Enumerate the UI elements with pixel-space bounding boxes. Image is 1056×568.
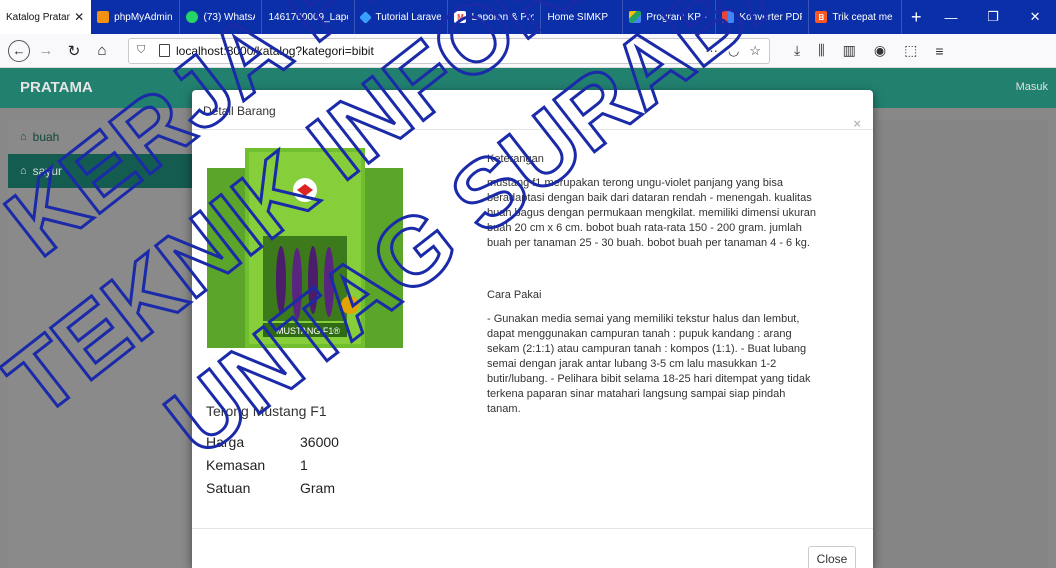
tab-whatsapp[interactable]: (73) WhatsApp — [180, 0, 263, 34]
tab-label: Katalog Pratama — [6, 11, 70, 23]
blogger-icon: B — [815, 11, 828, 23]
usage-text: - Gunakan media semai yang memiliki teks… — [487, 313, 811, 415]
browser-tab-strip: Katalog Pratama ✕ phpMyAdmin (73) WhatsA… — [0, 0, 1056, 34]
new-tab-button[interactable]: + — [902, 0, 930, 34]
url-bar[interactable]: ⛉ localhost:8000/katalog?kategori=bibit … — [128, 37, 770, 64]
tab-gmail[interactable]: M Laporan & Proposal — [448, 0, 542, 34]
sidebar-icon[interactable]: ▥ — [843, 42, 856, 59]
sidebar-item-label: buah — [32, 130, 60, 144]
spec-value: 36000 — [300, 434, 339, 450]
tab-label: phpMyAdmin — [114, 11, 173, 23]
usage-section: Cara Pakai - Gunakan media semai yang me… — [487, 288, 817, 417]
description-section: Keterangan mustang f1 merupakan terong u… — [487, 152, 817, 251]
tab-konverter-pdf[interactable]: Konverter PDF — [716, 0, 810, 34]
login-link[interactable]: Masuk — [1016, 81, 1048, 93]
tab-tutorial-laravel[interactable]: Tutorial Laravel — [355, 0, 449, 34]
home-icon: ⌂ — [20, 165, 27, 177]
laravel-icon — [359, 10, 373, 24]
detail-modal: Detail Barang × MUSTANG F1® Terong Musta… — [192, 90, 873, 568]
account-icon[interactable]: ◉ — [874, 42, 886, 59]
product-name: Terong Mustang F1 — [206, 403, 327, 419]
bookmark-star-icon[interactable]: ☆ — [749, 43, 761, 59]
tab-label: Konverter PDF — [739, 11, 803, 23]
phpmyadmin-icon — [97, 11, 110, 23]
spec-key: Satuan — [206, 480, 251, 496]
tab-phpmyadmin[interactable]: phpMyAdmin — [91, 0, 181, 34]
tab-katalog[interactable]: Katalog Pratama ✕ — [0, 0, 92, 34]
page-actions-icon[interactable]: ··· — [705, 43, 718, 59]
whatsapp-icon — [186, 11, 199, 23]
pocket-icon[interactable]: ◡ — [728, 43, 739, 59]
page-info-icon[interactable] — [159, 44, 170, 57]
modal-title: Detail Barang — [203, 104, 276, 118]
drive-icon — [629, 11, 642, 23]
restore-button[interactable]: ❐ — [972, 0, 1014, 34]
tab-laporan-file[interactable]: 1461700009_Laporan — [262, 0, 356, 34]
url-actions: ··· ◡ ☆ — [705, 43, 761, 59]
tab-label: 1461700009_Laporan — [268, 11, 348, 23]
close-button[interactable]: Close — [808, 546, 856, 568]
close-tab-icon[interactable]: ✕ — [74, 10, 84, 24]
gmail-icon: M — [454, 11, 467, 23]
back-button[interactable]: ← — [8, 39, 30, 62]
description-heading: Keterangan — [487, 153, 544, 165]
library-icon[interactable]: ⫼ — [818, 42, 824, 59]
shield-icon: ⛉ — [137, 43, 146, 56]
spec-row-kemasan: Kemasan 1 — [206, 457, 308, 473]
tab-label: Laporan & Proposal — [471, 11, 534, 23]
usage-heading: Cara Pakai — [487, 289, 542, 301]
downloads-icon[interactable]: ⤓ — [794, 42, 800, 59]
forward-button[interactable]: → — [34, 39, 58, 63]
home-icon: ⌂ — [20, 131, 27, 143]
close-window-button[interactable]: ✕ — [1014, 0, 1056, 34]
spec-value: 1 — [300, 457, 308, 473]
close-icon[interactable]: × — [853, 116, 861, 131]
spec-value: Gram — [300, 480, 335, 496]
extensions-icon[interactable]: ⬚ — [904, 42, 917, 59]
url-text[interactable]: localhost:8000/katalog?kategori=bibit — [176, 44, 374, 58]
tab-label: Trik cepat me — [832, 11, 893, 23]
description-text: mustang f1 merupakan terong ungu-violet … — [487, 177, 816, 249]
tab-label: Tutorial Laravel — [375, 11, 442, 23]
spec-key: Harga — [206, 434, 245, 450]
sidebar: ⌂ buah ⌂ sayur — [8, 120, 192, 568]
sidebar-item-sayur[interactable]: ⌂ sayur — [8, 154, 192, 188]
spec-row-harga: Harga 36000 — [206, 434, 339, 450]
brand-logo[interactable]: PRATAMA — [20, 79, 93, 96]
tab-trik-cepat[interactable]: B Trik cepat me — [809, 0, 903, 34]
modal-footer: Close — [192, 528, 873, 568]
tab-label: Home SIMKP — [547, 11, 609, 23]
spec-key: Kemasan — [206, 457, 266, 473]
tab-program-kp[interactable]: Program KP - — [623, 0, 717, 34]
toolbar-icons: ⤓ ⫼ ▥ ◉ ⬚ ≡ — [794, 42, 944, 59]
tab-home-simkp[interactable]: Home SIMKP — [541, 0, 624, 34]
reload-button[interactable]: ↻ — [62, 39, 86, 63]
browser-toolbar: ← → ↻ ⌂ ⛉ localhost:8000/katalog?kategor… — [0, 34, 1056, 68]
modal-header: Detail Barang × — [192, 90, 873, 131]
spec-row-satuan: Satuan Gram — [206, 480, 335, 496]
tab-label: (73) WhatsApp — [203, 11, 255, 23]
minimize-button[interactable]: — — [930, 0, 972, 34]
sidebar-item-label: sayur — [32, 164, 62, 178]
converter-icon — [722, 11, 735, 23]
package-label: MUSTANG F1® — [276, 326, 340, 336]
sidebar-item-buah[interactable]: ⌂ buah — [8, 120, 192, 154]
window-controls: — ❐ ✕ — [930, 0, 1056, 34]
menu-icon[interactable]: ≡ — [935, 43, 943, 59]
home-button[interactable]: ⌂ — [90, 39, 114, 63]
product-image — [205, 140, 405, 355]
tab-label: Program KP - — [646, 11, 707, 23]
